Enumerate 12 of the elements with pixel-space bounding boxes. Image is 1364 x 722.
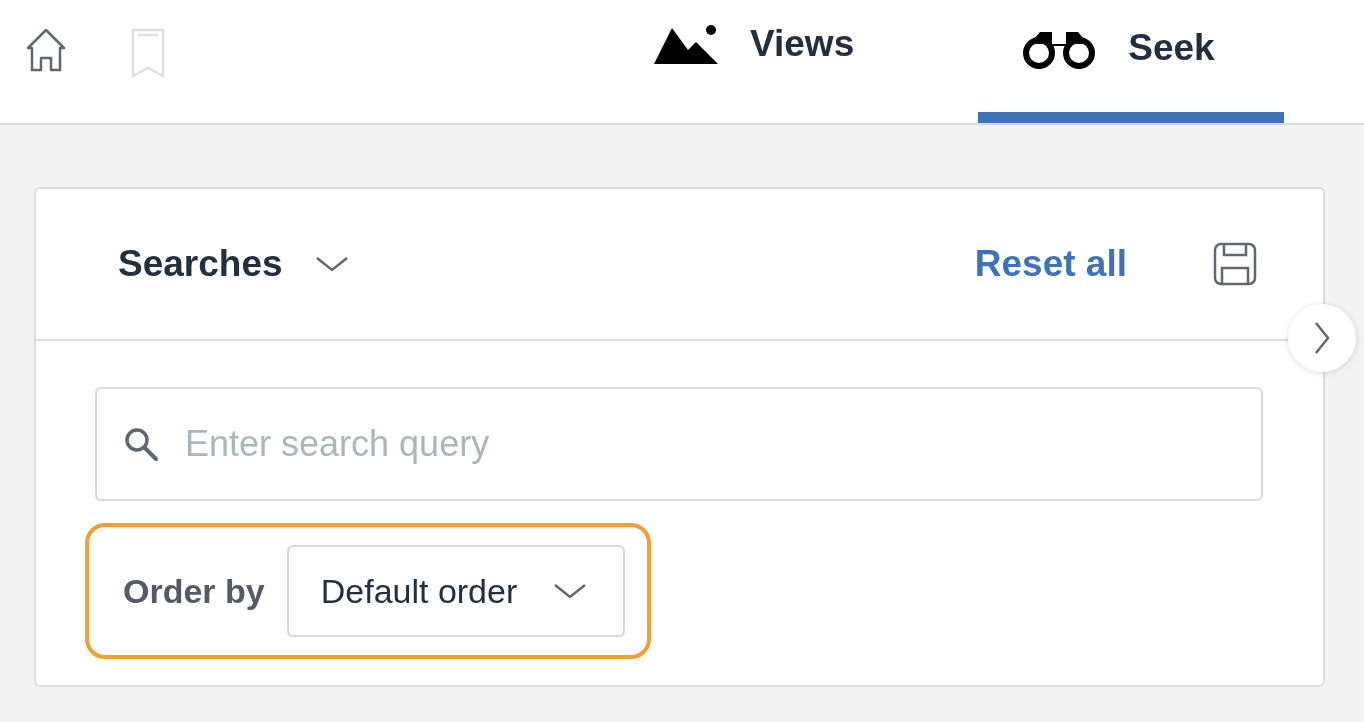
save-icon[interactable] — [1213, 242, 1257, 286]
nav-tab[interactable]: Seek — [978, 0, 1285, 123]
chevron-down-icon — [314, 255, 349, 273]
searches-dropdown[interactable]: Searches — [118, 243, 349, 285]
order-select[interactable]: Default order — [286, 545, 626, 637]
nav-tab[interactable]: Views — [612, 0, 915, 123]
mountain-icon — [654, 23, 718, 64]
reset-all-link[interactable]: Reset all — [974, 243, 1127, 285]
search-field[interactable]: Enter search query — [95, 387, 1263, 501]
order-label: Order by — [123, 571, 265, 611]
chevron-right-icon — [1313, 321, 1331, 355]
chevron-down-icon — [553, 582, 588, 600]
